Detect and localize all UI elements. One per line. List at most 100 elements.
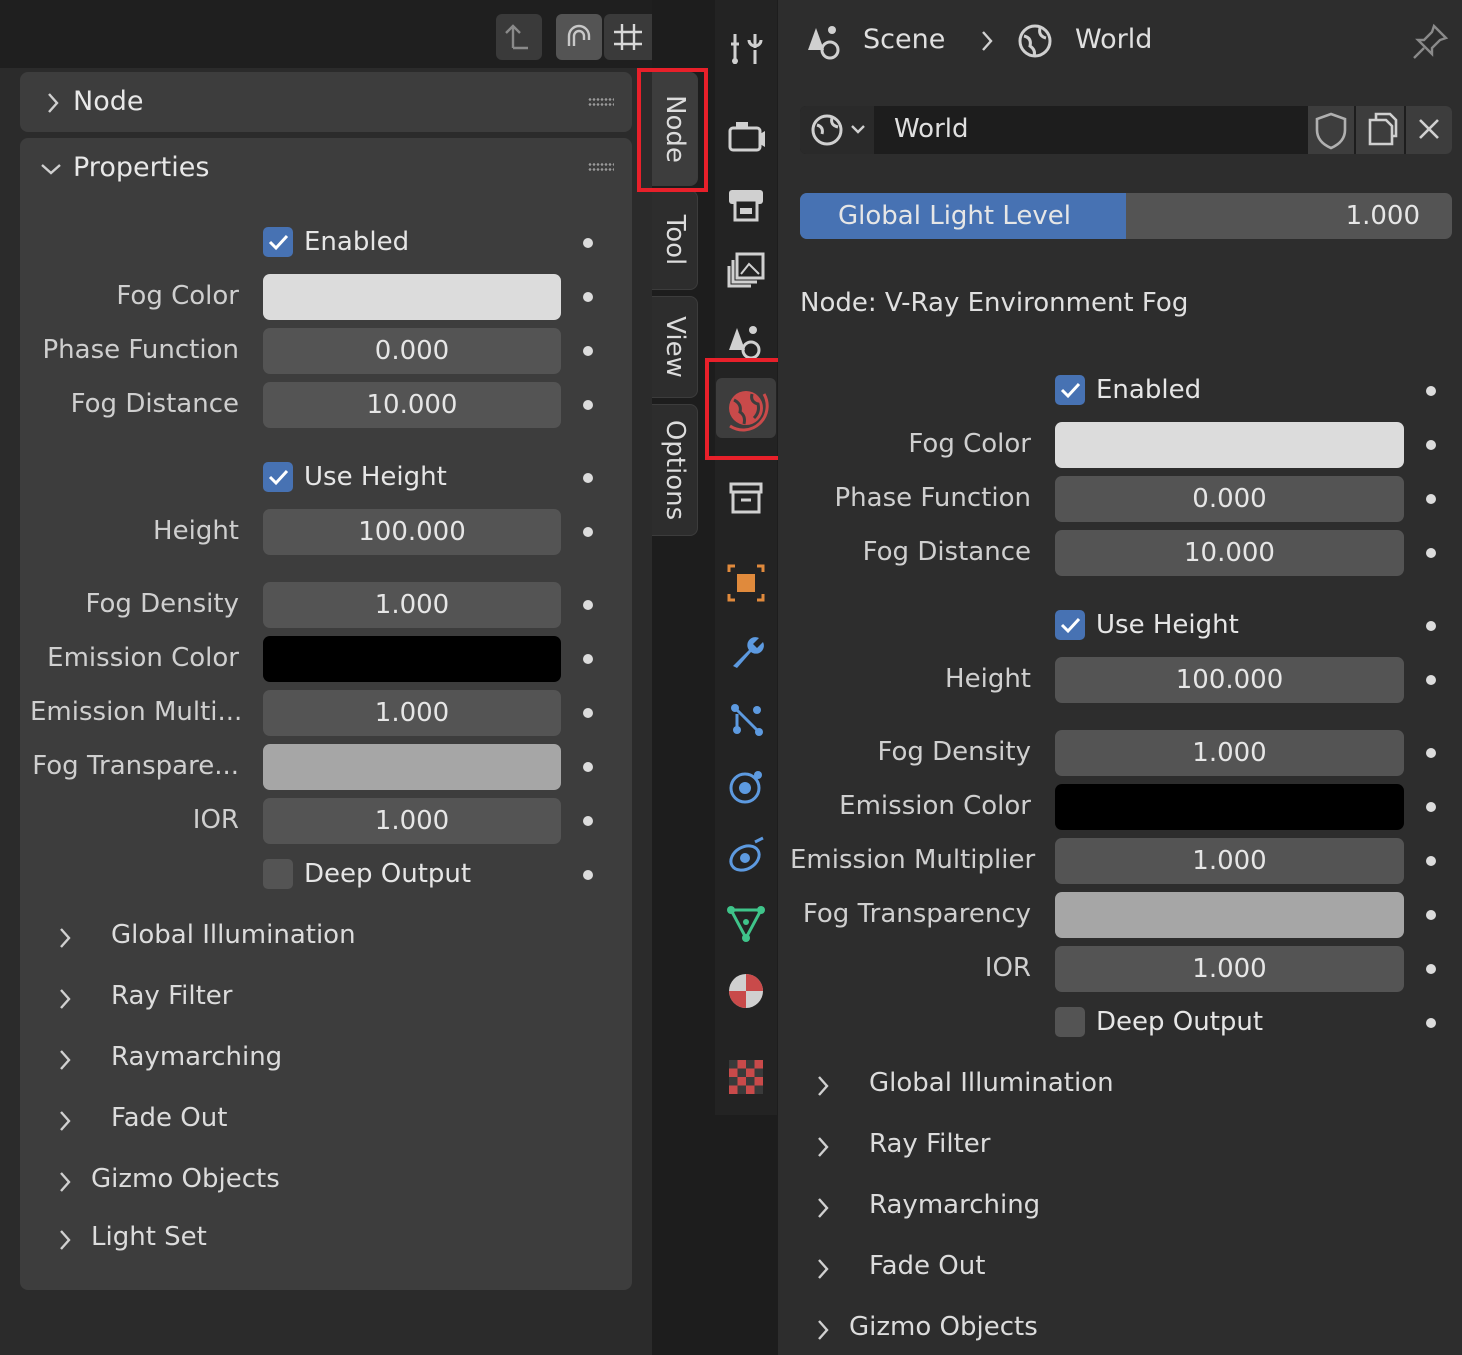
- keyframe-dot[interactable]: [1426, 548, 1436, 558]
- checkmark-icon: [268, 469, 289, 486]
- world-name-field[interactable]: World: [894, 114, 969, 144]
- close-icon: [1419, 119, 1439, 139]
- particles-icon[interactable]: [725, 698, 767, 740]
- subpanel-gizmo-objects[interactable]: Gizmo Objects: [814, 1310, 1434, 1350]
- texture-icon[interactable]: [725, 1056, 767, 1098]
- world-browse-button[interactable]: [800, 106, 874, 154]
- keyframe-dot[interactable]: [1426, 621, 1436, 631]
- emission-multiplier-field[interactable]: 1.000: [263, 690, 561, 736]
- emission-multiplier-field[interactable]: 1.000: [1055, 838, 1404, 884]
- subpanel-ray-filter[interactable]: Ray Filter: [814, 1127, 1434, 1167]
- panel-title: Properties: [73, 152, 210, 183]
- emission-color-swatch[interactable]: [1055, 784, 1404, 830]
- constraints-icon[interactable]: [725, 834, 767, 876]
- node-panel-header[interactable]: Node: [20, 72, 632, 132]
- keyframe-dot[interactable]: [583, 600, 593, 610]
- subpanel-ray-filter[interactable]: Ray Filter: [56, 979, 616, 1019]
- subpanel-raymarching[interactable]: Raymarching: [814, 1188, 1434, 1228]
- keyframe-dot[interactable]: [1426, 748, 1436, 758]
- view-layer-icon[interactable]: [725, 250, 767, 292]
- subpanel-light-set[interactable]: Light Set: [56, 1220, 616, 1260]
- object-icon[interactable]: [725, 562, 767, 604]
- subpanel-global-illumination[interactable]: Global Illumination: [814, 1066, 1434, 1106]
- height-field[interactable]: 100.000: [263, 509, 561, 555]
- render-icon[interactable]: [725, 116, 767, 158]
- fog-density-field[interactable]: 1.000: [263, 582, 561, 628]
- use-height-checkbox[interactable]: [263, 462, 293, 492]
- global-light-level-slider[interactable]: Global Light Level 1.000: [800, 193, 1452, 239]
- keyframe-dot[interactable]: [583, 292, 593, 302]
- keyframe-dot[interactable]: [583, 527, 593, 537]
- ior-label: IOR: [984, 953, 1031, 983]
- fog-distance-field[interactable]: 10.000: [263, 382, 561, 428]
- subpanel-label: Ray Filter: [869, 1129, 991, 1159]
- keyframe-dot[interactable]: [583, 238, 593, 248]
- fog-density-field[interactable]: 1.000: [1055, 730, 1404, 776]
- drag-grip-icon[interactable]: [588, 162, 614, 172]
- fake-user-button[interactable]: [1308, 106, 1354, 154]
- keyframe-dot[interactable]: [583, 816, 593, 826]
- tab-label: Options: [659, 419, 690, 521]
- material-icon[interactable]: [725, 970, 767, 1012]
- keyframe-dot[interactable]: [1426, 440, 1436, 450]
- fog-distance-field[interactable]: 10.000: [1055, 530, 1404, 576]
- tab-options[interactable]: Options: [652, 404, 698, 536]
- duplicate-world-button[interactable]: [1356, 106, 1404, 154]
- enabled-checkbox[interactable]: [1055, 375, 1085, 405]
- subpanel-gizmo-objects[interactable]: Gizmo Objects: [56, 1162, 616, 1202]
- keyframe-dot[interactable]: [583, 400, 593, 410]
- use-height-checkbox[interactable]: [1055, 610, 1085, 640]
- physics-icon[interactable]: [725, 766, 767, 808]
- scene-icon[interactable]: [725, 320, 767, 362]
- deep-output-checkbox[interactable]: [263, 859, 293, 889]
- keyframe-dot[interactable]: [1426, 910, 1436, 920]
- tab-label: Tool: [659, 214, 690, 266]
- fog-color-swatch[interactable]: [1055, 422, 1404, 468]
- tab-view[interactable]: View: [652, 296, 698, 398]
- snap-toggle-button[interactable]: [556, 14, 602, 60]
- keyframe-dot[interactable]: [583, 654, 593, 664]
- checkmark-icon: [268, 234, 289, 251]
- subpanel-global-illumination[interactable]: Global Illumination: [56, 918, 616, 958]
- subpanel-fade-out[interactable]: Fade Out: [56, 1101, 616, 1141]
- keyframe-dot[interactable]: [583, 762, 593, 772]
- phase-function-field[interactable]: 0.000: [1055, 476, 1404, 522]
- parent-node-button[interactable]: [496, 14, 542, 60]
- fog-transparency-swatch[interactable]: [263, 744, 561, 790]
- keyframe-dot[interactable]: [583, 473, 593, 483]
- subpanel-label: Global Illumination: [869, 1068, 1114, 1098]
- keyframe-dot[interactable]: [583, 346, 593, 356]
- keyframe-dot[interactable]: [1426, 856, 1436, 866]
- keyframe-dot[interactable]: [1426, 964, 1436, 974]
- keyframe-dot[interactable]: [1426, 494, 1436, 504]
- modifier-wrench-icon[interactable]: [725, 630, 767, 672]
- chevron-right-icon: [982, 31, 993, 51]
- unlink-world-button[interactable]: [1406, 106, 1452, 154]
- fog-color-swatch[interactable]: [263, 274, 561, 320]
- keyframe-dot[interactable]: [1426, 386, 1436, 396]
- enabled-checkbox[interactable]: [263, 227, 293, 257]
- output-icon[interactable]: [725, 184, 767, 226]
- keyframe-dot[interactable]: [1426, 675, 1436, 685]
- emission-color-swatch[interactable]: [263, 636, 561, 682]
- keyframe-dot[interactable]: [583, 870, 593, 880]
- pin-icon[interactable]: [1410, 20, 1452, 62]
- deep-output-checkbox[interactable]: [1055, 1007, 1085, 1037]
- phase-function-field[interactable]: 0.000: [263, 328, 561, 374]
- height-field[interactable]: 100.000: [1055, 657, 1404, 703]
- fog-transparency-swatch[interactable]: [1055, 892, 1404, 938]
- fog-color-label: Fog Color: [116, 281, 239, 311]
- chevron-right-icon: [60, 928, 71, 948]
- drag-grip-icon[interactable]: [588, 97, 614, 107]
- keyframe-dot[interactable]: [1426, 802, 1436, 812]
- collection-icon[interactable]: [725, 476, 767, 518]
- subpanel-fade-out[interactable]: Fade Out: [814, 1249, 1434, 1289]
- keyframe-dot[interactable]: [583, 708, 593, 718]
- tab-tool[interactable]: Tool: [652, 190, 698, 290]
- subpanel-raymarching[interactable]: Raymarching: [56, 1040, 616, 1080]
- tool-icon[interactable]: [725, 28, 767, 70]
- ior-field[interactable]: 1.000: [1055, 946, 1404, 992]
- ior-field[interactable]: 1.000: [263, 798, 561, 844]
- keyframe-dot[interactable]: [1426, 1018, 1436, 1028]
- mesh-data-icon[interactable]: [725, 902, 767, 944]
